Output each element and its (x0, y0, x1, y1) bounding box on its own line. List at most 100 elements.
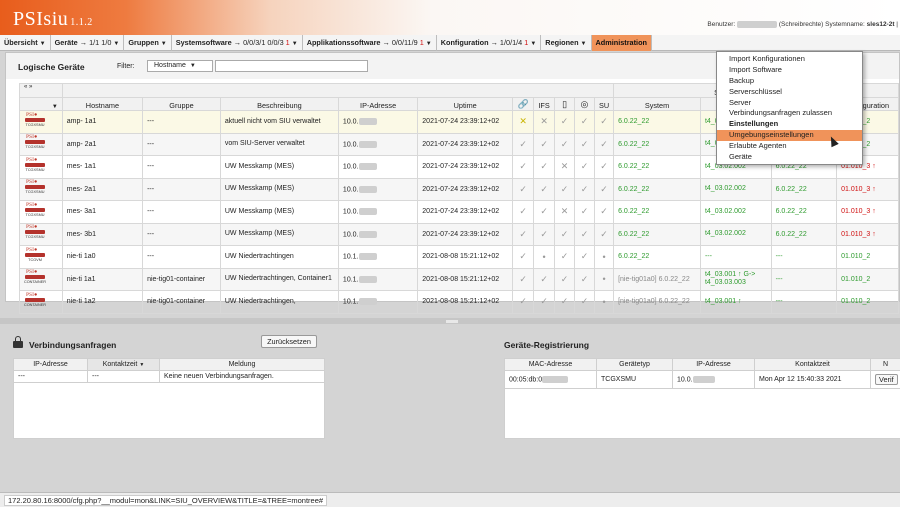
header-banner: PSIsiu 1.1.2 Benutzer: (Schreibrechte) Sy… (0, 0, 900, 35)
cell-group: --- (142, 200, 221, 224)
device-row[interactable]: PSI● TCGXSMU mes- 2a1 --- UW Messkamp (MES) 1… (19, 177, 899, 201)
device-type-icon: PSI● TCGXSMU (25, 111, 45, 127)
admin-menu-item[interactable]: Server (717, 98, 862, 109)
cell-konfiguration: 01.010_2 (836, 245, 899, 269)
status-icon: ✓ (533, 222, 556, 246)
collapse-toggle[interactable]: « » (19, 83, 63, 98)
status-icon: ✕ (533, 110, 556, 134)
device-row[interactable]: PSI● TCGXSMU mes- 3a1 --- UW Messkamp (MES) 1… (19, 200, 899, 224)
menu-systemsoftware[interactable]: Systemsoftware → 0/0/3/1 0/0/3 1 ▼ (172, 35, 303, 51)
status-icon: ✓ (593, 222, 615, 246)
filter-select[interactable]: Hostname ▼ (147, 60, 213, 72)
device-row[interactable]: PSI● CONTAINER nie-ti 1a2 nie-tig01-contain… (19, 290, 899, 314)
col-reg-ip[interactable]: IP-Adresse (672, 358, 755, 371)
cell-description: UW Niedertrachtingen, Container1 (219, 267, 339, 291)
col-message[interactable]: Meldung (159, 358, 325, 371)
connection-requests-table: IP-Adresse Kontaktzeit ▼ Meldung --- ---… (13, 358, 325, 439)
menu-konfiguration[interactable]: Konfiguration → 1/0/1/4 1 ▼ (437, 35, 542, 51)
app-logo: PSIsiu 1.1.2 (13, 8, 93, 30)
device-row[interactable]: PSI● CONTAINER nie-ti 1a1 nie-tig01-contain… (19, 267, 899, 291)
connection-requests-title: Verbindungsanfragen (29, 340, 117, 350)
sort-desc-icon: ▼ (139, 362, 145, 368)
menu-applikationssoftware[interactable]: Applikationssoftware → 0/0/11/9 1 ▼ (303, 35, 437, 51)
col-hostname[interactable]: Hostname (61, 97, 144, 111)
admin-menu-item[interactable]: Umgebungseinstellungen (717, 130, 862, 142)
col-n[interactable]: N (870, 358, 900, 371)
cell-description: UW Messkamp (MES) (219, 200, 339, 224)
device-icon-cell: PSI● TCGXSMU (19, 132, 63, 156)
globe-icon[interactable]: ◎ (574, 97, 595, 111)
device-icon-cell: PSI● TCGXSMU (19, 155, 63, 179)
col-su[interactable]: SU (593, 97, 615, 111)
cell-system: 6.0.22_22 (613, 245, 701, 269)
status-icon: ✓ (554, 110, 576, 134)
cell-hostname: nie-ti 1a2 (61, 290, 144, 314)
col-gruppe[interactable]: Gruppe (142, 97, 221, 111)
device-row[interactable]: PSI● TCGVM nie-ti 1a0 --- UW Niedertrachting… (19, 245, 899, 269)
main-menubar: Übersicht ▼ Geräte → 1/1 1/0 ▼ Gruppen ▼ Syste… (0, 35, 900, 51)
link-icon[interactable]: 🔗 (512, 97, 535, 111)
cell-system: [nie-tig01a0] 6.0.22_22 (613, 267, 701, 291)
cell-hostname: mes- 3b1 (61, 222, 144, 246)
cell-group: --- (142, 222, 221, 246)
status-icon: ✓ (574, 155, 595, 179)
status-icon: ✓ (554, 222, 576, 246)
status-icon: • (593, 267, 615, 291)
admin-menu-item[interactable]: Verbindungsanfragen zulassen (717, 108, 862, 119)
splitter-handle-icon[interactable] (446, 320, 458, 323)
chevron-down-icon: ▼ (113, 41, 120, 47)
cell-hostname: amp- 2a1 (61, 132, 144, 156)
admin-menu-item[interactable]: Erlaubte Agenten (717, 141, 862, 152)
filter-input[interactable] (215, 60, 368, 72)
status-icon: ✓ (533, 132, 556, 156)
menu-geräte[interactable]: Geräte → 1/1 1/0 ▼ (51, 35, 125, 51)
status-icon: ✕ (512, 110, 535, 134)
menu-administration[interactable]: Administration (591, 35, 652, 51)
ip-redacted (358, 275, 377, 283)
verify-button[interactable]: Verif (875, 374, 898, 385)
col-beschreibung[interactable]: Beschreibung (219, 97, 339, 111)
admin-menu-item[interactable]: Einstellungen (717, 119, 862, 130)
admin-menu-item[interactable]: Geräte (717, 152, 862, 163)
col-ifs[interactable]: IFS (533, 97, 556, 111)
admin-menu-item[interactable]: Import Konfigurationen (717, 54, 862, 65)
cell-type: TCGXSMU (596, 370, 673, 389)
menu-gruppen[interactable]: Gruppen ▼ (124, 35, 172, 51)
reset-button[interactable]: Zurücksetzen (261, 335, 317, 348)
admin-menu-item[interactable]: Serverschlüssel (717, 87, 862, 98)
cell-reg-contact: Mon Apr 12 15:40:33 2021 (754, 370, 871, 389)
admin-menu-item[interactable]: Backup (717, 76, 862, 87)
col-system[interactable]: System (613, 97, 701, 111)
chevron-down-icon: ▼ (530, 41, 537, 47)
status-icon: ✓ (574, 110, 595, 134)
status-icon: ✓ (593, 110, 615, 134)
col-device-type[interactable]: Gerätetyp (596, 358, 673, 371)
col-uptime[interactable]: Uptime (417, 97, 514, 111)
col-contact-time[interactable]: Kontaktzeit ▼ (87, 358, 160, 371)
col-ip-address[interactable]: IP-Adresse (13, 358, 88, 371)
status-icon: ✓ (533, 267, 556, 291)
device-type-icon: PSI● TCGVM (20, 247, 50, 265)
document-icon[interactable]: ▯ (554, 97, 576, 111)
cell-uptime: 2021-08-08 15:21:12+02 (417, 290, 514, 314)
cell-system: 6.0.22_22 (613, 110, 701, 134)
menu-übersicht[interactable]: Übersicht ▼ (0, 35, 51, 51)
cell-system-app: t4_03.001 ↑ G-> t4_03.03.003 (699, 267, 772, 291)
col-reg-contact[interactable]: Kontaktzeit (754, 358, 871, 371)
device-type-icon: PSI● CONTAINER (23, 291, 47, 307)
panel-title: Logische Geräte (18, 62, 85, 72)
menu-regionen[interactable]: Regionen ▼ (541, 35, 592, 51)
device-type-icon: PSI● TCGXSMU (25, 134, 45, 150)
cell-system: [nie-tig01a0] 6.0.22_22 (613, 290, 701, 314)
cell-ip: 10.0. (337, 177, 419, 201)
admin-menu-item[interactable]: Import Software (717, 65, 862, 76)
device-row[interactable]: PSI● TCGXSMU mes- 3b1 --- UW Messkamp (MES) 1… (19, 222, 899, 246)
cell-uptime: 2021-08-08 15:21:12+02 (417, 267, 514, 291)
lock-icon (13, 336, 23, 348)
filter-label: Filter: (117, 63, 135, 70)
ip-redacted (358, 230, 377, 238)
col-mac[interactable]: MAC-Adresse (504, 358, 597, 371)
icon-col-sort[interactable]: ▼ (19, 97, 63, 111)
cell-group: --- (142, 110, 221, 134)
col-ip[interactable]: IP-Adresse (337, 97, 419, 111)
